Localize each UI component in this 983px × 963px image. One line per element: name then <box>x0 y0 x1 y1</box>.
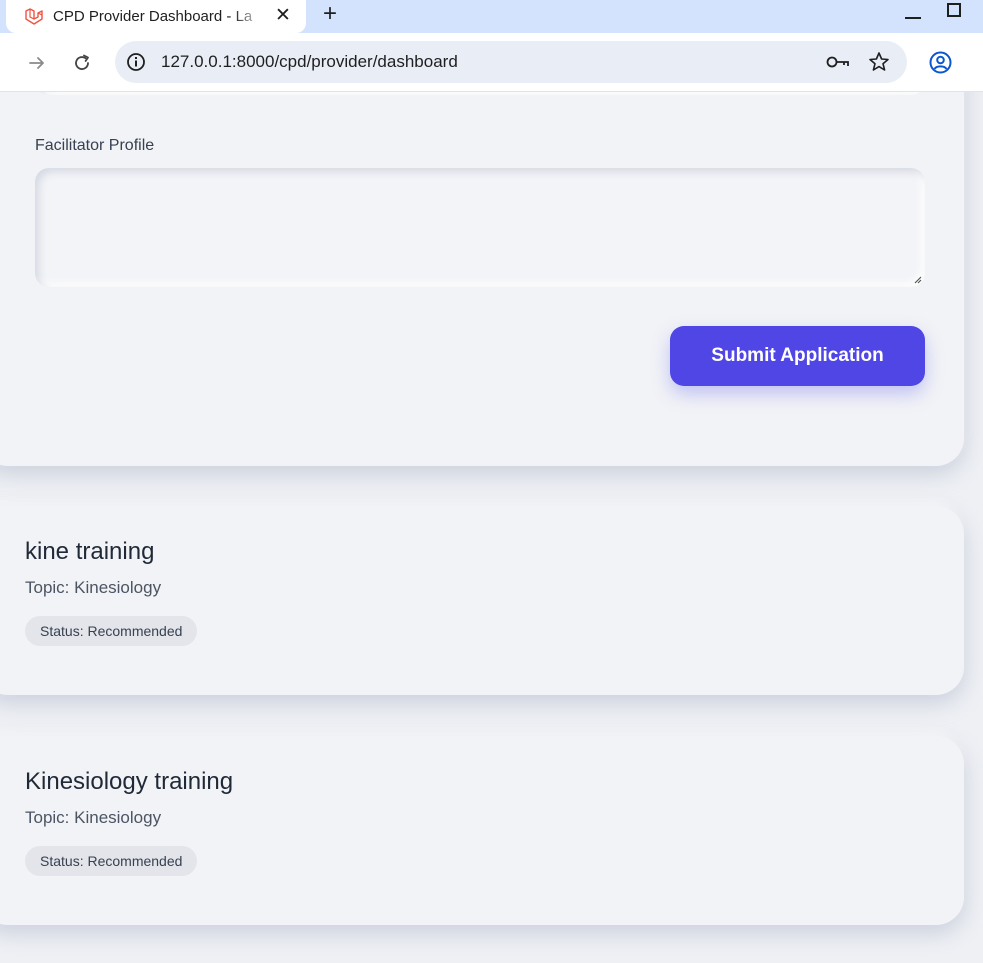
star-icon[interactable] <box>867 50 891 74</box>
status-badge: Status: Recommended <box>25 616 198 646</box>
maximize-icon[interactable] <box>947 3 961 17</box>
reload-button[interactable] <box>69 50 95 76</box>
arrow-right-icon <box>29 57 44 69</box>
key-icon[interactable] <box>824 51 852 73</box>
new-tab-button[interactable]: + <box>318 2 342 28</box>
course-topic: Topic: Kinesiology <box>25 578 162 597</box>
profile-icon[interactable] <box>928 50 953 75</box>
course-title: Kinesiology training <box>25 768 234 795</box>
status-badge: Status: Recommended <box>25 846 198 876</box>
browser-toolbar: 127.0.0.1:8000/cpd/provider/dashboard <box>0 33 983 92</box>
browser-tab[interactable]: CPD Provider Dashboard - La ✕ <box>6 0 306 33</box>
course-topic: Topic: Kinesiology <box>25 808 162 827</box>
page-viewport: Facilitator Profile Submit Application k… <box>0 92 983 963</box>
address-bar[interactable]: 127.0.0.1:8000/cpd/provider/dashboard <box>115 41 907 83</box>
tab-close-icon[interactable]: ✕ <box>272 5 294 27</box>
browser-tabstrip: CPD Provider Dashboard - La ✕ + <box>0 0 983 33</box>
tab-title: CPD Provider Dashboard - La <box>53 8 253 25</box>
resize-grip-icon[interactable] <box>912 274 922 284</box>
forward-button[interactable] <box>24 50 50 76</box>
facilitator-profile-label: Facilitator Profile <box>35 137 155 154</box>
course-card: kine training Topic: Kinesiology Status:… <box>0 506 964 695</box>
minimize-icon[interactable] <box>905 17 921 19</box>
facilitator-profile-textarea[interactable] <box>35 168 925 287</box>
course-title: kine training <box>25 538 155 565</box>
site-info-icon[interactable] <box>125 51 147 73</box>
course-card: Kinesiology training Topic: Kinesiology … <box>0 736 964 925</box>
previous-textarea[interactable] <box>35 92 925 95</box>
url-text[interactable]: 127.0.0.1:8000/cpd/provider/dashboard <box>161 52 458 72</box>
submit-application-button[interactable]: Submit Application <box>670 326 925 386</box>
reload-icon <box>75 54 89 70</box>
laravel-icon <box>25 7 43 25</box>
application-form-card: Facilitator Profile Submit Application <box>0 92 964 466</box>
